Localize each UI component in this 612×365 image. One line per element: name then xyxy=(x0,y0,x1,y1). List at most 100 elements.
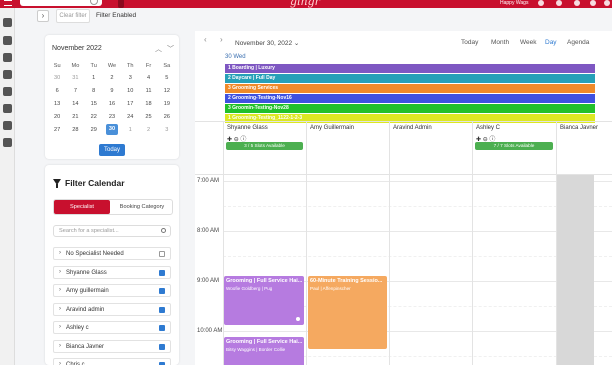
calendar-day[interactable]: 28 xyxy=(66,123,84,136)
calendar-day[interactable]: 31 xyxy=(66,71,84,84)
allday-category-bar[interactable]: 3 Groomin-Testing-Nov28 xyxy=(225,104,595,113)
specialist-checkbox[interactable] xyxy=(159,269,165,276)
calendar-day[interactable]: 10 xyxy=(121,84,139,97)
specialist-search-input[interactable]: Search for a specialist... xyxy=(53,225,171,237)
calendar-day[interactable]: 17 xyxy=(121,97,139,110)
specialist-filter-row[interactable]: › Aravind admin xyxy=(53,302,171,316)
specialist-filter-row[interactable]: › Shyanne Glass xyxy=(53,265,171,279)
calendar-day[interactable]: 14 xyxy=(66,97,84,110)
alert-icon[interactable] xyxy=(556,0,562,6)
specialist-checkbox[interactable] xyxy=(159,288,165,294)
calendar-day[interactable]: 22 xyxy=(85,110,103,123)
calendar-day[interactable]: 25 xyxy=(139,110,157,123)
calendar-day[interactable]: 7 xyxy=(66,84,84,97)
view-week-button[interactable]: Week xyxy=(520,39,537,46)
appointment-event[interactable]: Grooming | Full Service Hai... Bitsy Wag… xyxy=(224,337,304,365)
calendar-day[interactable]: 16 xyxy=(103,97,121,110)
calendar-icon[interactable] xyxy=(3,53,12,62)
calendar-day[interactable]: 2 xyxy=(103,71,121,84)
calendar-day[interactable]: 5 xyxy=(158,71,176,84)
calendar-day[interactable]: 4 xyxy=(139,71,157,84)
allday-category-bar[interactable]: 2 Grooming-Testing-Nov16 xyxy=(225,94,595,103)
clear-filter-button[interactable]: Clear filter xyxy=(56,9,90,23)
view-today-button[interactable]: Today xyxy=(461,39,478,46)
calendar-day[interactable]: 3 xyxy=(121,71,139,84)
calendar-day[interactable]: 19 xyxy=(158,97,176,110)
calendar-day[interactable]: 8 xyxy=(85,84,103,97)
brand-logo[interactable]: gingr xyxy=(290,0,320,8)
calendar-day[interactable]: 24 xyxy=(121,110,139,123)
calendar-day[interactable]: 13 xyxy=(48,97,66,110)
help-icon[interactable] xyxy=(538,0,544,6)
allday-category-bar[interactable]: 2 Daycare | Full Day xyxy=(225,74,595,83)
specialist-checkbox[interactable] xyxy=(159,306,165,313)
prev-arrow-icon[interactable]: ‹ xyxy=(204,35,207,44)
calendar-day[interactable]: 9 xyxy=(103,84,121,97)
report-icon[interactable] xyxy=(3,121,12,130)
specialist-checkbox[interactable] xyxy=(159,325,165,331)
calendar-day[interactable]: 20 xyxy=(48,110,66,123)
id-card-icon[interactable] xyxy=(3,70,12,79)
view-agenda-button[interactable]: Agenda xyxy=(567,39,589,46)
current-date-dropdown[interactable]: November 30, 2022 ⌄ xyxy=(235,39,299,47)
view-month-button[interactable]: Month xyxy=(491,39,509,46)
menu-icon[interactable] xyxy=(4,0,12,6)
message-icon[interactable] xyxy=(590,0,596,6)
tab-specialist[interactable]: Specialist xyxy=(54,200,110,214)
next-arrow-icon[interactable]: › xyxy=(220,35,223,44)
chevron-right-icon[interactable]: › xyxy=(59,250,61,256)
calendar-day[interactable]: 29 xyxy=(85,123,103,136)
toggle-filter-panel-button[interactable]: › xyxy=(37,10,49,22)
resource-name: Aravind Admin xyxy=(393,125,432,131)
chevron-down-icon[interactable]: ﹀ xyxy=(167,44,174,54)
chevron-right-icon[interactable]: › xyxy=(59,343,61,349)
calendar-day[interactable]: 15 xyxy=(85,97,103,110)
specialist-filter-row[interactable]: › Ashley c xyxy=(53,321,171,334)
half-hour-line xyxy=(223,206,612,207)
calendar-day[interactable]: 1 xyxy=(85,71,103,84)
specialist-checkbox[interactable] xyxy=(159,251,165,257)
calendar-day[interactable]: 27 xyxy=(48,123,66,136)
calendar-day[interactable]: 1 xyxy=(121,123,139,136)
specialist-filter-row[interactable]: › Amy guillermain xyxy=(53,284,171,297)
calendar-day[interactable]: 21 xyxy=(66,110,84,123)
mini-calendar-month: November 2022 xyxy=(52,45,102,52)
calendar-day[interactable]: 3 xyxy=(158,123,176,136)
appointment-event[interactable]: Grooming | Full Service Hai... Woofie Go… xyxy=(224,276,304,325)
chevron-right-icon[interactable]: › xyxy=(59,287,61,293)
allday-category-bar[interactable]: 1 Boarding | Luxury xyxy=(225,64,595,73)
column-divider xyxy=(556,175,557,365)
calendar-day[interactable]: 12 xyxy=(158,84,176,97)
chevron-right-icon[interactable]: › xyxy=(59,324,61,330)
calendar-day[interactable]: 18 xyxy=(139,97,157,110)
chevron-right-icon[interactable]: › xyxy=(59,269,61,275)
today-button[interactable]: Today xyxy=(99,144,125,156)
specialist-filter-row[interactable]: › Chris c xyxy=(53,358,171,365)
calendar-day-number: 3 xyxy=(128,74,132,81)
cart-icon[interactable] xyxy=(574,0,580,6)
calendar-day[interactable]: 23 xyxy=(103,110,121,123)
chevron-right-icon[interactable]: › xyxy=(59,306,61,312)
dashboard-icon[interactable] xyxy=(3,18,12,27)
chevron-right-icon[interactable]: › xyxy=(59,361,61,365)
settings-icon[interactable] xyxy=(3,138,12,147)
chevron-up-icon[interactable]: ︿ xyxy=(155,44,162,54)
calendar-day[interactable]: 6 xyxy=(48,84,66,97)
paw-icon[interactable] xyxy=(3,87,12,96)
calendar-day[interactable]: 30 xyxy=(48,71,66,84)
view-day-button[interactable]: Day xyxy=(545,39,557,46)
calendar-day[interactable]: 26 xyxy=(158,110,176,123)
specialist-checkbox[interactable] xyxy=(159,343,165,350)
allday-category-bar[interactable]: 3 Grooming Services xyxy=(225,84,595,93)
calendar-day[interactable]: 2 xyxy=(139,123,157,136)
specialist-filter-row[interactable]: › Bianca Javner xyxy=(53,339,171,353)
appointment-event[interactable]: 60-Minute Training Sessio... Paul | Affe… xyxy=(308,276,387,349)
calendar-day[interactable]: 30 xyxy=(103,123,121,136)
calendar-day[interactable]: 11 xyxy=(139,84,157,97)
clock-icon[interactable] xyxy=(3,36,12,45)
business-name[interactable]: Happy Wags xyxy=(500,0,528,6)
specialist-filter-row[interactable]: › No Specialist Needed xyxy=(53,247,171,260)
heart-icon[interactable] xyxy=(3,104,12,113)
tab-booking-category[interactable]: Booking Category xyxy=(112,200,172,214)
power-icon[interactable] xyxy=(604,0,610,6)
